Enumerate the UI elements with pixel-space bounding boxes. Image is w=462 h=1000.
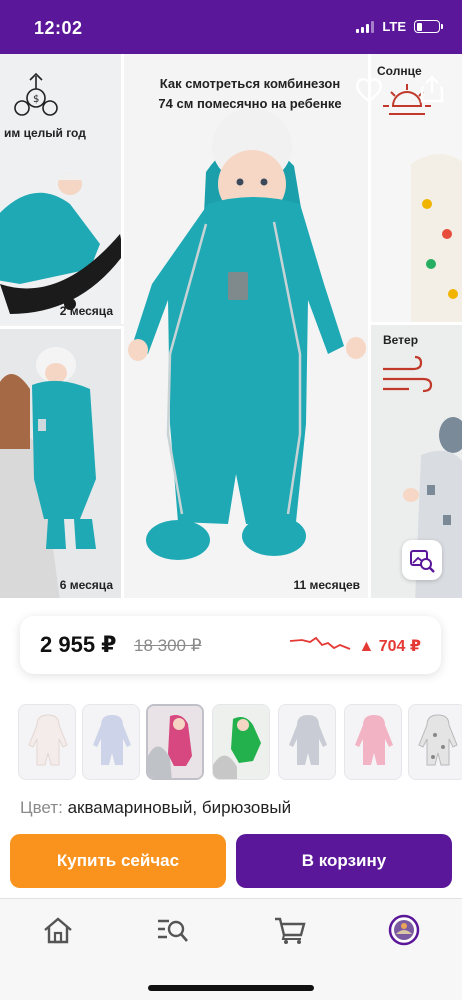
buy-now-button[interactable]: Купить сейчас	[10, 834, 226, 888]
tab-catalog-search[interactable]	[150, 913, 194, 947]
baby-in-snowsuit-illustration	[128, 108, 366, 560]
battery-icon	[414, 20, 443, 33]
variant-suit-image	[93, 715, 131, 765]
svg-text:$: $	[33, 94, 39, 105]
sun-weather-illustration	[383, 84, 462, 322]
favorite-heart-icon[interactable]	[354, 76, 384, 104]
home-indicator	[148, 985, 314, 991]
mother-illustration	[0, 347, 96, 598]
money-icon: $	[14, 72, 58, 116]
price-trend-sparkline[interactable]	[288, 634, 352, 656]
headline-line-1: Как смотреться комбинезон	[159, 76, 341, 91]
image-search-button[interactable]	[402, 540, 442, 580]
purchase-action-bar: Купить сейчас В корзину	[0, 826, 462, 898]
tab-cart[interactable]	[268, 913, 312, 947]
variant-photo-image	[148, 706, 202, 778]
caption-wind: Ветер	[383, 333, 419, 347]
variant-suit-image	[289, 715, 327, 765]
collage-panel-main-photo: Как смотреться комбинезон 74 см помесячн…	[124, 54, 368, 598]
cart-icon	[275, 917, 306, 944]
signal-icon	[356, 20, 375, 33]
variant-suit-image	[418, 714, 458, 766]
variant-thumb-green-photo[interactable]	[212, 704, 270, 780]
collage-panel-car-seat: $ им целый год 2 месяца	[0, 54, 124, 324]
headline-line-2: 74 см помесячно на ребенке	[158, 96, 342, 111]
price-card: 2 955 ₽ 18 300 ₽ ▲ 704 ₽	[20, 616, 441, 674]
catalog-search-icon	[158, 919, 188, 942]
variant-thumb-pink-photo[interactable]	[146, 704, 204, 780]
caption-year-round: им целый год	[4, 126, 86, 140]
network-label: LTE	[382, 19, 406, 34]
status-bar: 12:02 LTE	[0, 0, 462, 54]
tab-home[interactable]	[36, 913, 80, 947]
collage-panel-mother: 6 месяца	[0, 326, 124, 598]
home-icon	[44, 917, 72, 944]
gallery-headline: Как смотреться комбинезон 74 см помесячн…	[124, 74, 368, 114]
variant-thumb-grey[interactable]	[278, 704, 336, 780]
bottom-tab-bar	[0, 898, 462, 1000]
car-seat-illustration: $	[0, 72, 121, 314]
product-color-info: Цвет: аквамариновый, бирюзовый	[20, 798, 291, 818]
status-time: 12:02	[34, 18, 83, 38]
variant-thumb-lavender[interactable]	[82, 704, 140, 780]
caption-age-2-months: 2 месяца	[59, 304, 113, 318]
wind-icon	[383, 355, 433, 393]
variant-thumb-pink[interactable]	[344, 704, 402, 780]
tab-profile[interactable]	[382, 913, 426, 947]
variant-suit-image	[355, 715, 393, 765]
caption-age-11-months: 11 месяцев	[293, 578, 360, 592]
variant-thumb-white-print[interactable]	[408, 704, 462, 780]
status-indicators: LTE	[356, 19, 443, 34]
price-drop-amount: ▲ 704 ₽	[358, 638, 421, 655]
old-price: 18 300 ₽	[134, 636, 202, 655]
color-value: аквамариновый, бирюзовый	[67, 798, 292, 817]
share-icon[interactable]	[418, 74, 446, 104]
add-to-cart-button[interactable]: В корзину	[236, 834, 452, 888]
avatar	[388, 914, 420, 946]
color-label: Цвет:	[20, 798, 63, 817]
product-image-gallery[interactable]: $ им целый год 2 месяца 6 месяца Как смо…	[0, 54, 462, 598]
image-search-icon	[410, 550, 435, 573]
caption-age-6-months: 6 месяца	[59, 578, 113, 592]
variant-thumb-cream[interactable]	[18, 704, 76, 780]
variant-suit-image	[28, 714, 68, 766]
current-price: 2 955 ₽	[40, 632, 117, 657]
battery-level	[416, 22, 423, 31]
variant-photo-image	[213, 705, 269, 779]
color-variant-thumbnails[interactable]	[0, 700, 462, 784]
